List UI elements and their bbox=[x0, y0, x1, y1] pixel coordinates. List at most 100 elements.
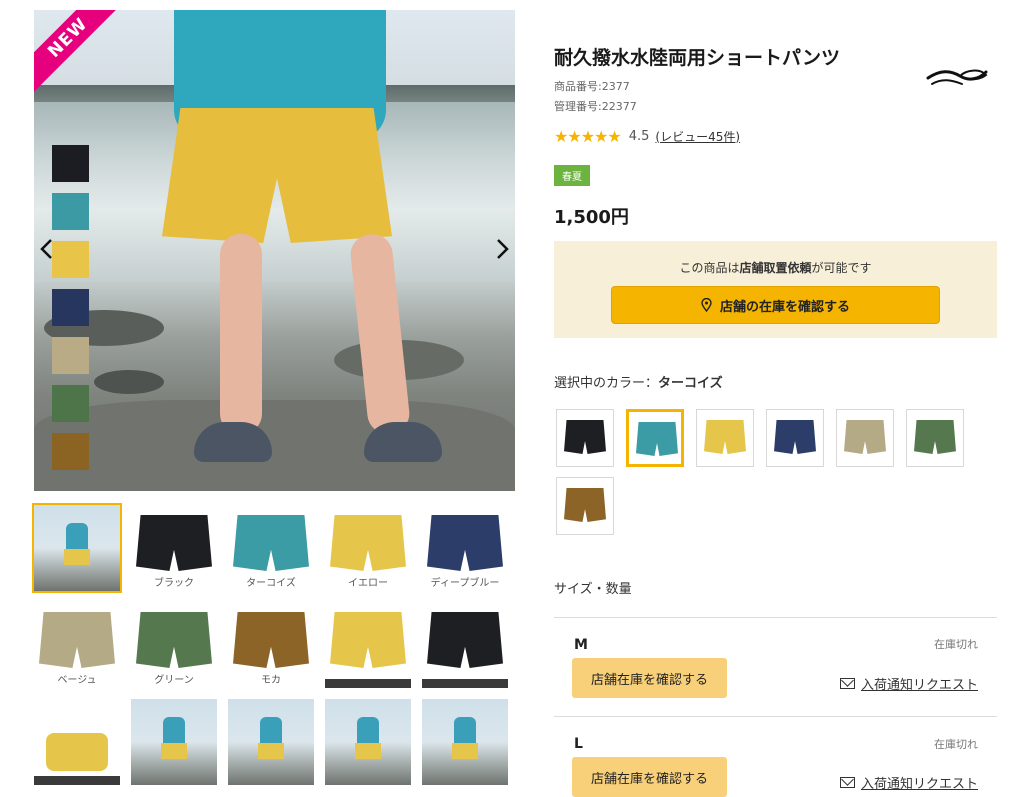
store-pickup-text: この商品は店舗取置依頼が可能です bbox=[679, 261, 872, 275]
product-title: 耐久撥水水陸両用ショートパンツ bbox=[554, 47, 840, 69]
shorts-image bbox=[330, 515, 406, 571]
shorts-image bbox=[136, 515, 212, 571]
thumbnail-label: イエロー bbox=[348, 578, 388, 589]
product-price: 1,500円 bbox=[554, 207, 629, 228]
restock-notify-link-l[interactable]: 入荷通知リクエスト bbox=[839, 773, 978, 792]
thumbnail[interactable]: ブラック bbox=[131, 505, 217, 591]
image-color-swatch bbox=[52, 241, 89, 278]
store-stock-button-m[interactable]: 店舗在庫を確認する bbox=[572, 658, 727, 698]
swatch-shorts-image bbox=[636, 422, 678, 456]
pack-pouch bbox=[46, 733, 108, 771]
chevron-left-icon[interactable] bbox=[36, 238, 56, 265]
model-leg bbox=[220, 234, 262, 434]
model-figure-shorts bbox=[64, 549, 90, 565]
main-product-image: NEW bbox=[34, 10, 515, 491]
stock-status-l: 在庫切れ bbox=[934, 738, 978, 751]
size-quantity-title: サイズ・数量 bbox=[554, 582, 632, 597]
color-swatch[interactable] bbox=[556, 409, 614, 467]
swatch-shorts-image bbox=[564, 488, 606, 522]
thumbnail-label: グリーン bbox=[154, 675, 194, 686]
color-swatch[interactable] bbox=[836, 409, 894, 467]
thumbnail[interactable] bbox=[325, 602, 411, 688]
swatch-shorts-image bbox=[844, 420, 886, 454]
thumbnail-caption-band bbox=[325, 679, 411, 688]
thumbnail-label: ブラック bbox=[154, 578, 194, 589]
thumbnail-label: ディープブルー bbox=[430, 578, 500, 589]
map-pin-icon bbox=[701, 297, 712, 313]
thumbnail[interactable]: モカ bbox=[228, 602, 314, 688]
divider bbox=[554, 716, 997, 717]
management-number: 管理番号:22377 bbox=[554, 100, 637, 113]
check-store-stock-label: 店舗の在庫を確認する bbox=[719, 299, 850, 315]
review-count-link[interactable]: (レビュー45件) bbox=[655, 128, 740, 145]
color-swatch[interactable] bbox=[906, 409, 964, 467]
color-swatch[interactable] bbox=[696, 409, 754, 467]
image-color-swatches bbox=[52, 145, 90, 481]
rating-score: 4.5 bbox=[628, 128, 650, 144]
selected-color-label: 選択中のカラー：ターコイズ bbox=[554, 376, 723, 391]
thumbnail[interactable] bbox=[422, 699, 508, 785]
thumbnail[interactable] bbox=[32, 503, 122, 593]
shorts-image bbox=[233, 612, 309, 668]
divider bbox=[554, 617, 997, 618]
thumbnail[interactable]: グリーン bbox=[131, 602, 217, 688]
thumbnail-label: モカ bbox=[261, 675, 281, 686]
thumbnail[interactable]: ターコイズ bbox=[228, 505, 314, 591]
model-figure-shorts bbox=[258, 743, 284, 759]
thumbnail[interactable] bbox=[131, 699, 217, 785]
thumbnail[interactable] bbox=[422, 602, 508, 688]
rock bbox=[94, 370, 164, 394]
shorts-image bbox=[136, 612, 212, 668]
model-shoe bbox=[194, 422, 272, 462]
image-color-swatch bbox=[52, 385, 89, 422]
thumbnail[interactable]: ディープブルー bbox=[422, 505, 508, 591]
image-color-swatch bbox=[52, 433, 89, 470]
shorts-image bbox=[427, 612, 503, 668]
model-figure-shorts bbox=[452, 743, 478, 759]
image-color-swatch bbox=[52, 145, 89, 182]
mail-icon bbox=[839, 678, 855, 689]
swatch-shorts-image bbox=[914, 420, 956, 454]
color-swatch[interactable] bbox=[626, 409, 684, 467]
color-swatch[interactable] bbox=[556, 477, 614, 535]
thumbnail[interactable] bbox=[228, 699, 314, 785]
stock-status-m: 在庫切れ bbox=[934, 638, 978, 651]
size-name-l: L bbox=[574, 736, 583, 752]
thumbnail-label: ベージュ bbox=[57, 675, 97, 686]
thumbnail[interactable]: イエロー bbox=[325, 505, 411, 591]
rock bbox=[34, 400, 515, 491]
thumbnail[interactable]: ベージュ bbox=[34, 602, 120, 688]
brand-logo-icon bbox=[926, 66, 990, 90]
swatch-shorts-image bbox=[704, 420, 746, 454]
shorts-image bbox=[427, 515, 503, 571]
store-pickup-box: この商品は店舗取置依頼が可能です 店舗の在庫を確認する bbox=[554, 241, 997, 338]
store-stock-button-l[interactable]: 店舗在庫を確認する bbox=[572, 757, 727, 797]
thumbnail[interactable] bbox=[34, 699, 120, 785]
shorts-image bbox=[330, 612, 406, 668]
rating: ★★★★★ 4.5 (レビュー45件) bbox=[554, 126, 740, 146]
model-figure-shorts bbox=[161, 743, 187, 759]
swatch-shorts-image bbox=[774, 420, 816, 454]
rating-stars-icon: ★★★★★ bbox=[554, 126, 622, 146]
shorts-image bbox=[233, 515, 309, 571]
product-number: 商品番号:2377 bbox=[554, 80, 630, 93]
thumbnail-label: ターコイズ bbox=[246, 578, 296, 589]
model-figure-shorts bbox=[355, 743, 381, 759]
thumbnail[interactable] bbox=[325, 699, 411, 785]
image-color-swatch bbox=[52, 289, 89, 326]
image-color-swatch bbox=[52, 193, 89, 230]
check-store-stock-button[interactable]: 店舗の在庫を確認する bbox=[611, 286, 940, 324]
model-shoe bbox=[364, 422, 442, 462]
selected-color-name: ターコイズ bbox=[658, 376, 723, 391]
restock-notify-link-m[interactable]: 入荷通知リクエスト bbox=[839, 674, 978, 693]
shorts-image bbox=[39, 612, 115, 668]
thumbnail-caption-band bbox=[34, 776, 120, 785]
season-tag: 春夏 bbox=[554, 165, 590, 186]
size-name-m: M bbox=[574, 637, 588, 653]
mail-icon bbox=[839, 777, 855, 788]
color-swatch[interactable] bbox=[766, 409, 824, 467]
image-color-swatch bbox=[52, 337, 89, 374]
chevron-right-icon[interactable] bbox=[493, 238, 513, 265]
thumbnail-caption-band bbox=[422, 679, 508, 688]
swatch-shorts-image bbox=[564, 420, 606, 454]
